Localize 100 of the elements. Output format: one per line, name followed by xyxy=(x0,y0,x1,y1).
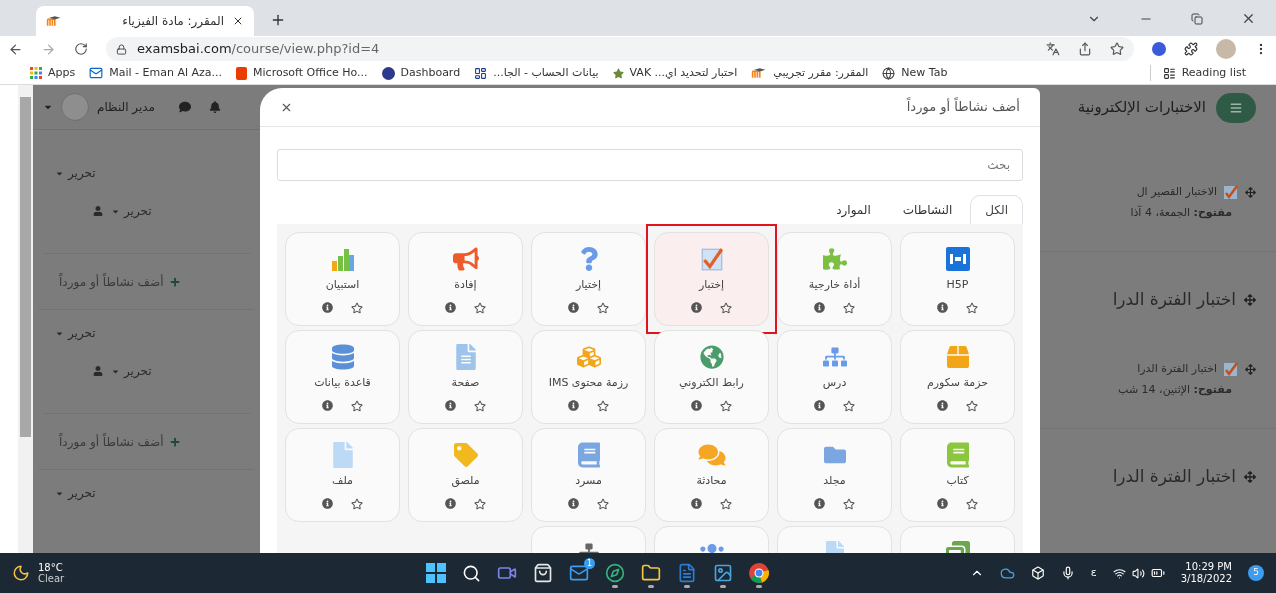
info-icon[interactable] xyxy=(937,400,948,411)
activity-name[interactable]: اختبار الفترة الدرا xyxy=(1137,361,1217,378)
info-icon[interactable] xyxy=(568,400,579,411)
info-icon[interactable] xyxy=(814,498,825,509)
activity-card[interactable]: H5P xyxy=(900,232,1015,326)
reload-icon[interactable] xyxy=(74,42,88,56)
bell-icon[interactable] xyxy=(209,101,222,113)
tab[interactable]: النشاطات xyxy=(888,195,967,224)
windows-logo-icon[interactable] xyxy=(426,563,446,583)
star-icon[interactable] xyxy=(474,399,486,412)
info-icon[interactable] xyxy=(814,400,825,411)
store-icon[interactable] xyxy=(533,563,553,583)
activity-card[interactable]: درس xyxy=(777,330,892,424)
mail-icon[interactable] xyxy=(569,563,589,583)
apps-shortcut[interactable]: Apps xyxy=(30,64,76,82)
microphone-icon[interactable] xyxy=(1060,566,1075,580)
share-icon[interactable] xyxy=(1078,42,1092,56)
star-icon[interactable] xyxy=(474,301,486,314)
close-icon[interactable] xyxy=(232,15,244,27)
tab[interactable]: الموارد xyxy=(822,195,885,224)
activity-card[interactable]: استبيان xyxy=(285,232,400,326)
info-icon[interactable] xyxy=(814,302,825,313)
star-icon[interactable] xyxy=(843,301,855,314)
reading-list-button[interactable]: Reading list xyxy=(1149,64,1246,82)
restore-icon[interactable] xyxy=(1191,12,1203,25)
box-icon[interactable] xyxy=(1030,566,1045,580)
activity-card[interactable]: ملف xyxy=(285,428,400,522)
bookmark[interactable]: المقرر: مقرر تجريبي xyxy=(751,64,869,82)
translate-icon[interactable] xyxy=(1046,42,1060,56)
star-icon[interactable] xyxy=(351,399,363,412)
bookmark[interactable]: Dashboard xyxy=(381,64,461,82)
activity-card[interactable]: أداة خارجية xyxy=(777,232,892,326)
activity-card[interactable]: محادثة xyxy=(654,428,769,522)
back-icon[interactable] xyxy=(8,41,23,57)
activity-card[interactable]: كتاب xyxy=(900,428,1015,522)
star-icon[interactable] xyxy=(597,399,609,412)
info-icon[interactable] xyxy=(691,302,702,313)
bookmark[interactable]: احتبار لتحديد اي... VAK xyxy=(612,64,738,82)
star-icon[interactable] xyxy=(351,301,363,314)
star-icon[interactable] xyxy=(474,497,486,510)
star-icon[interactable] xyxy=(1110,42,1124,56)
input-language[interactable]: ε xyxy=(1090,564,1097,582)
new-tab-icon[interactable] xyxy=(270,12,286,28)
search-field[interactable]: بحث xyxy=(277,149,1023,181)
activity-card[interactable]: إفادة xyxy=(408,232,523,326)
star-icon[interactable] xyxy=(966,399,978,412)
document-icon[interactable] xyxy=(677,563,697,583)
star-icon[interactable] xyxy=(966,301,978,314)
search-icon[interactable] xyxy=(462,563,481,583)
info-icon[interactable] xyxy=(937,498,948,509)
clock[interactable]: 10:29 PM 3/18/2022 xyxy=(1180,561,1232,585)
cloud-icon[interactable] xyxy=(999,565,1015,581)
browser-icon[interactable] xyxy=(605,563,625,583)
chat-icon[interactable] xyxy=(179,101,192,113)
star-icon[interactable] xyxy=(720,497,732,510)
scrollbar[interactable] xyxy=(18,85,33,553)
info-icon[interactable] xyxy=(445,400,456,411)
folder-icon[interactable] xyxy=(641,563,661,583)
info-icon[interactable] xyxy=(568,498,579,509)
info-icon[interactable] xyxy=(322,302,333,313)
info-icon[interactable] xyxy=(568,302,579,313)
info-icon[interactable] xyxy=(445,498,456,509)
bookmark[interactable]: Mail - Eman Al Aza... xyxy=(89,64,223,82)
activity-card[interactable]: صفحة xyxy=(408,330,523,424)
user-name[interactable]: مدير النظام xyxy=(97,98,156,116)
activity-card[interactable]: إختبار xyxy=(654,232,769,326)
bookmark[interactable]: New Tab xyxy=(882,64,948,82)
star-icon[interactable] xyxy=(720,399,732,412)
bookmark[interactable]: Microsoft Office Ho... xyxy=(236,64,368,82)
puzzle-icon[interactable] xyxy=(1184,42,1198,56)
star-icon[interactable] xyxy=(966,497,978,510)
bookmark[interactable]: بيانات الحساب - الجا... xyxy=(474,64,599,82)
star-icon[interactable] xyxy=(597,497,609,510)
star-icon[interactable] xyxy=(843,399,855,412)
info-icon[interactable] xyxy=(937,302,948,313)
info-icon[interactable] xyxy=(322,498,333,509)
info-icon[interactable] xyxy=(445,302,456,313)
volume-icon[interactable] xyxy=(1131,566,1145,580)
activity-name[interactable]: الاختبار القصير ال xyxy=(1136,184,1217,201)
activity-card[interactable]: إختيار xyxy=(531,232,646,326)
info-icon[interactable] xyxy=(322,400,333,411)
close-icon[interactable] xyxy=(1241,11,1256,26)
activity-card[interactable]: رابط الكتروني xyxy=(654,330,769,424)
activity-card[interactable]: مسرد xyxy=(531,428,646,522)
activity-card[interactable]: قاعدة بيانات xyxy=(285,330,400,424)
info-icon[interactable] xyxy=(691,400,702,411)
battery-icon[interactable] xyxy=(1150,566,1165,580)
star-icon[interactable] xyxy=(720,301,732,314)
photos-icon[interactable] xyxy=(713,563,733,583)
extension-icon[interactable] xyxy=(1152,42,1166,56)
star-icon[interactable] xyxy=(597,301,609,314)
activity-card[interactable]: مجلد xyxy=(777,428,892,522)
tab[interactable]: الكل xyxy=(970,195,1023,224)
activity-card[interactable]: حزمة سكورم xyxy=(900,330,1015,424)
star-icon[interactable] xyxy=(351,497,363,510)
browser-icon[interactable] xyxy=(749,563,769,583)
activity-card[interactable]: ملصق xyxy=(408,428,523,522)
browser-tab[interactable]: المقرر: مادة الفيزياء xyxy=(36,6,254,36)
wifi-icon[interactable] xyxy=(1112,566,1126,580)
activity-card[interactable]: رزمة محتوى IMS xyxy=(531,330,646,424)
